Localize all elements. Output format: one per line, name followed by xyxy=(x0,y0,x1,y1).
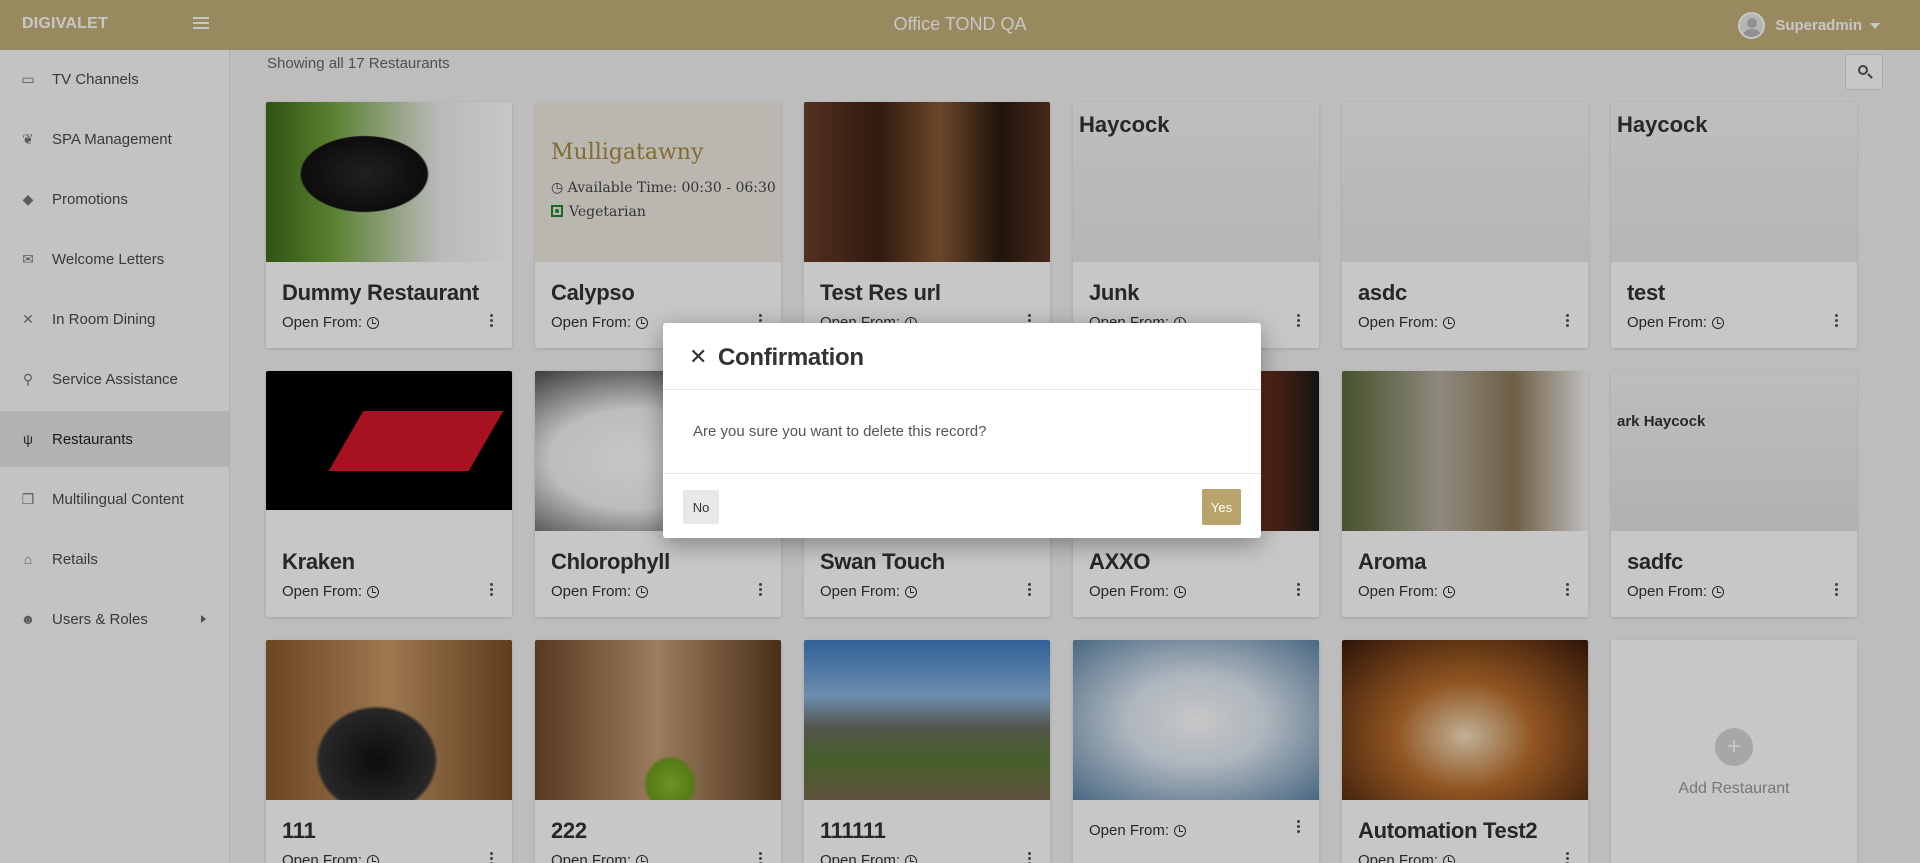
dialog-message: Are you sure you want to delete this rec… xyxy=(693,423,987,440)
confirmation-dialog: ✕ Confirmation Are you sure you want to … xyxy=(663,323,1261,538)
dialog-footer: No Yes xyxy=(663,473,1261,538)
no-button[interactable]: No xyxy=(683,490,719,524)
dialog-header: ✕ Confirmation xyxy=(663,323,1261,390)
close-icon[interactable]: ✕ xyxy=(689,346,707,368)
yes-button[interactable]: Yes xyxy=(1202,489,1241,525)
dialog-title: Confirmation xyxy=(718,344,864,371)
